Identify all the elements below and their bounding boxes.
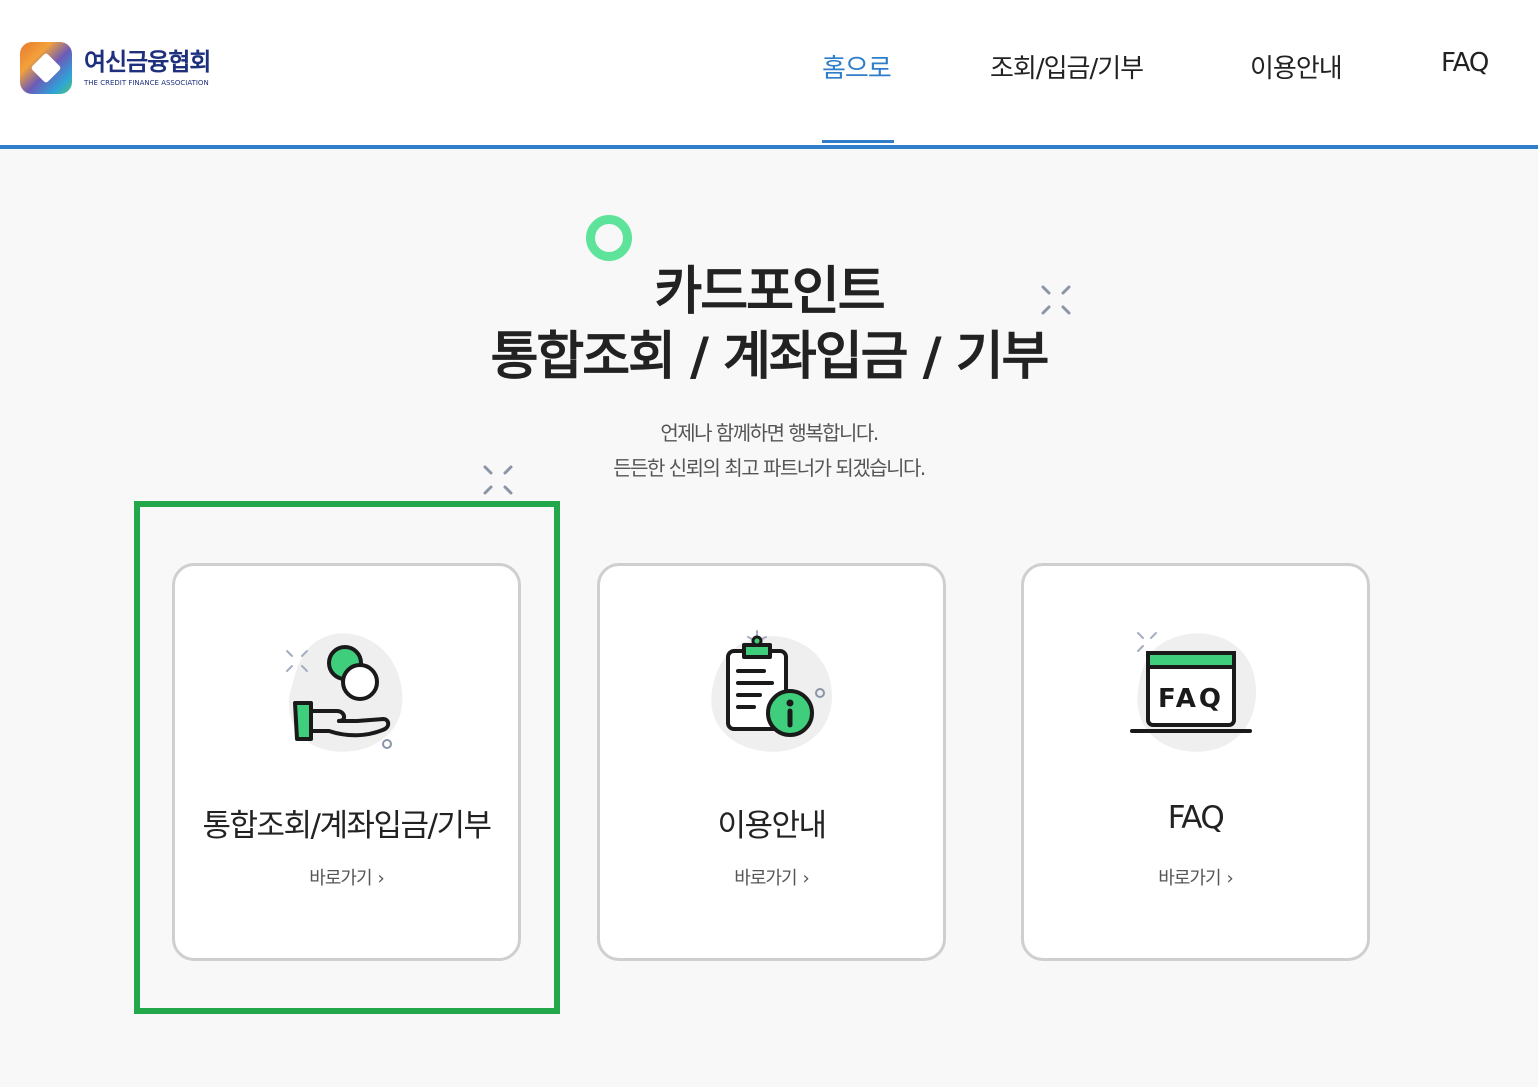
card-link-goto[interactable]: 바로가기 › (1024, 864, 1367, 890)
chevron-right-icon: › (377, 868, 385, 889)
card-guide[interactable]: 이용안내 바로가기 › (597, 563, 946, 961)
nav-item-guide[interactable]: 이용안내 (1250, 48, 1343, 85)
hero-title-line1: 카드포인트 (654, 262, 885, 322)
clipboard-info-icon (710, 630, 832, 752)
hero-subtitle-line1: 언제나 함께하면 행복합니다. (660, 421, 879, 445)
nav-active-underline (822, 140, 894, 143)
decorative-circle-icon (586, 215, 632, 261)
card-title: 이용안내 (717, 808, 827, 844)
chevron-right-icon: › (802, 868, 810, 889)
card-link-label: 바로가기 (1158, 868, 1221, 889)
card-title: 통합조회/계좌입금/기부 (202, 808, 492, 844)
hero-title-line2: 통합조회 / 계좌입금 / 기부 (490, 327, 1050, 387)
card-inquiry[interactable]: 통합조회/계좌입금/기부 바로가기 › (172, 563, 521, 961)
nav-item-faq[interactable]: FAQ (1441, 48, 1489, 78)
faq-icon-label: FAQ (1157, 684, 1223, 714)
nav-item-home[interactable]: 홈으로 (822, 48, 892, 85)
card-link-goto[interactable]: 바로가기 › (175, 864, 518, 890)
site-header: 여신금융협회 THE CREDIT FINANCE ASSOCIATION 홈으… (0, 0, 1538, 149)
card-link-label: 바로가기 (734, 868, 797, 889)
hand-coin-icon (285, 633, 402, 752)
faq-window-icon: FAQ (1129, 632, 1256, 752)
main-nav: 홈으로 조회/입금/기부 이용안내 FAQ (0, 48, 1538, 88)
card-link-goto[interactable]: 바로가기 › (600, 864, 943, 890)
hero-subtitle-line2: 든든한 신뢰의 최고 파트너가 되겠습니다. (613, 456, 926, 480)
nav-item-inquiry[interactable]: 조회/입금/기부 (990, 48, 1144, 85)
card-faq[interactable]: FAQ FAQ 바로가기 › (1021, 563, 1370, 961)
card-title: FAQ (1167, 800, 1225, 836)
chevron-right-icon: › (1226, 868, 1234, 889)
card-link-label: 바로가기 (309, 868, 372, 889)
